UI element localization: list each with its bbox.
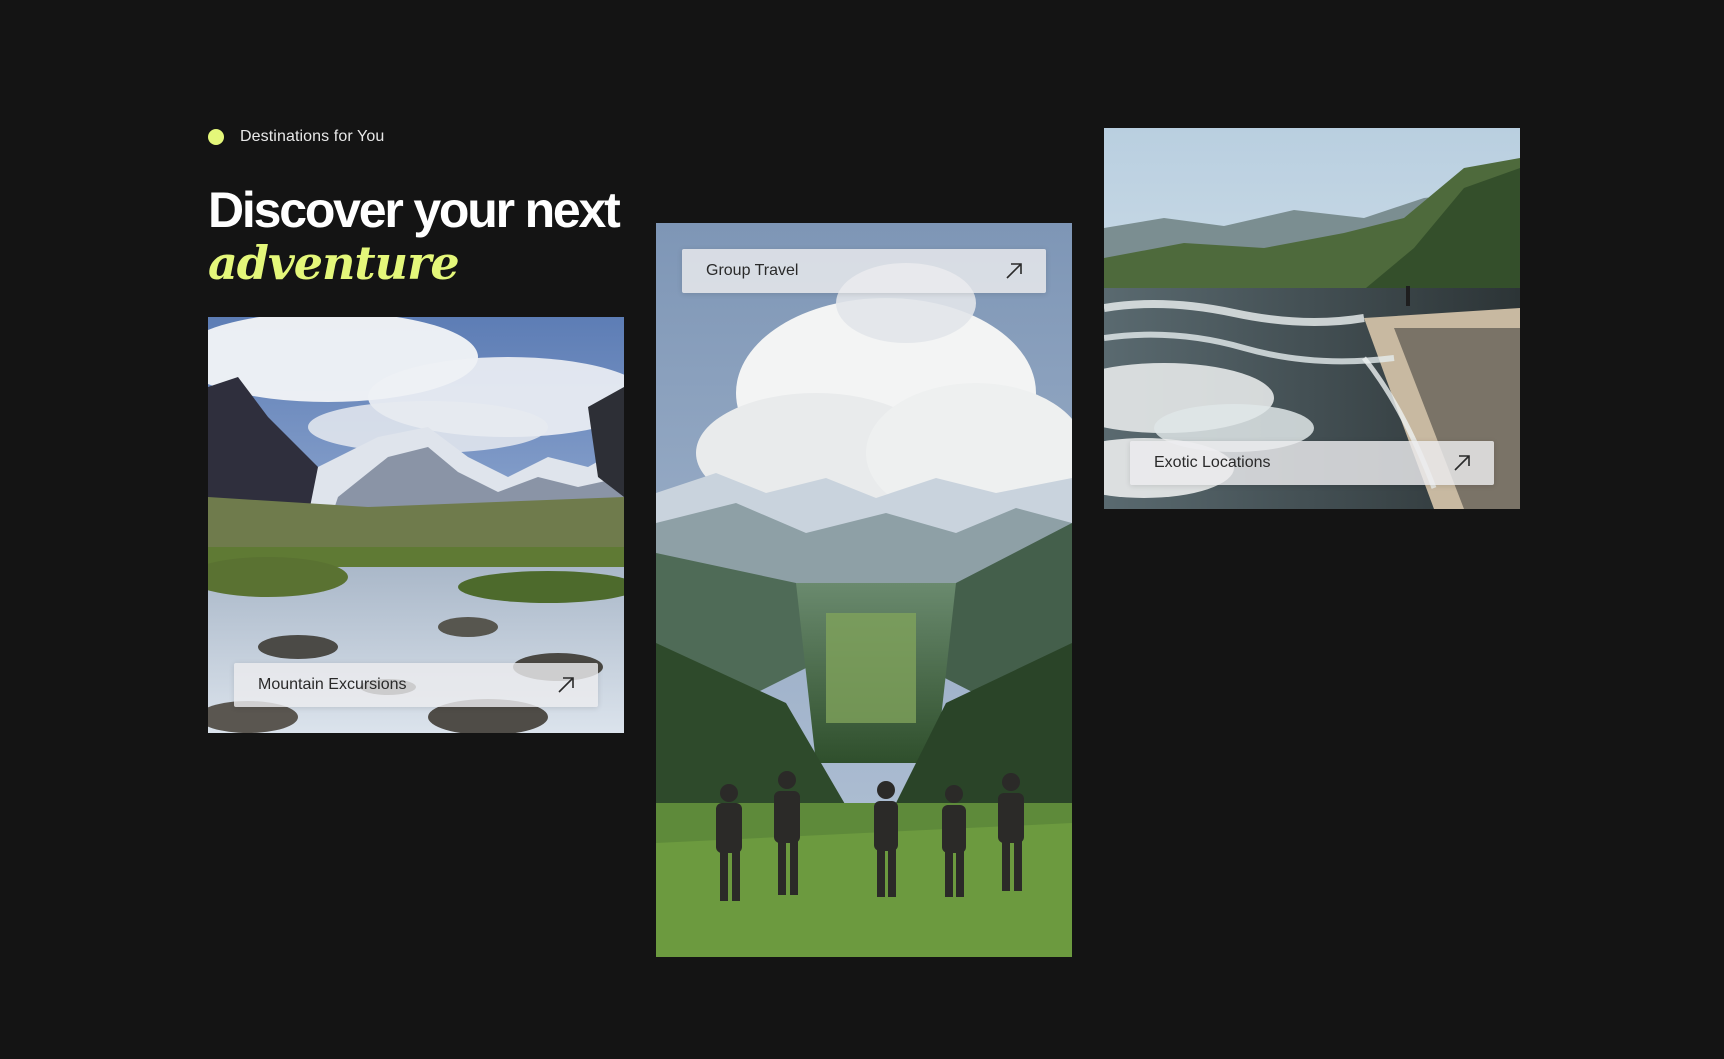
eyebrow-label: Destinations for You — [240, 128, 385, 145]
mountain-excursions-link[interactable]: Mountain Excursions — [234, 663, 598, 707]
section-eyebrow: Destinations for You — [208, 128, 384, 146]
card-label: Mountain Excursions — [258, 676, 407, 693]
group-travel-link[interactable]: Group Travel — [682, 249, 1046, 293]
page-title: Discover your next adventure — [208, 182, 621, 290]
group-travel-photo — [656, 223, 1072, 957]
title-line-1: Discover your next — [208, 182, 621, 238]
exotic-locations-link[interactable]: Exotic Locations — [1130, 441, 1494, 485]
card-label: Group Travel — [706, 262, 799, 279]
card-group-travel[interactable]: Group Travel — [656, 223, 1072, 957]
title-line-2-accent: adventure — [208, 236, 460, 290]
arrow-up-right-icon — [1454, 455, 1470, 471]
arrow-up-right-icon — [1006, 263, 1022, 279]
card-exotic-locations[interactable]: Exotic Locations — [1104, 128, 1520, 509]
arrow-up-right-icon — [558, 677, 574, 693]
card-label: Exotic Locations — [1154, 454, 1271, 471]
accent-dot — [208, 129, 224, 145]
card-mountain-excursions[interactable]: Mountain Excursions — [208, 317, 624, 733]
